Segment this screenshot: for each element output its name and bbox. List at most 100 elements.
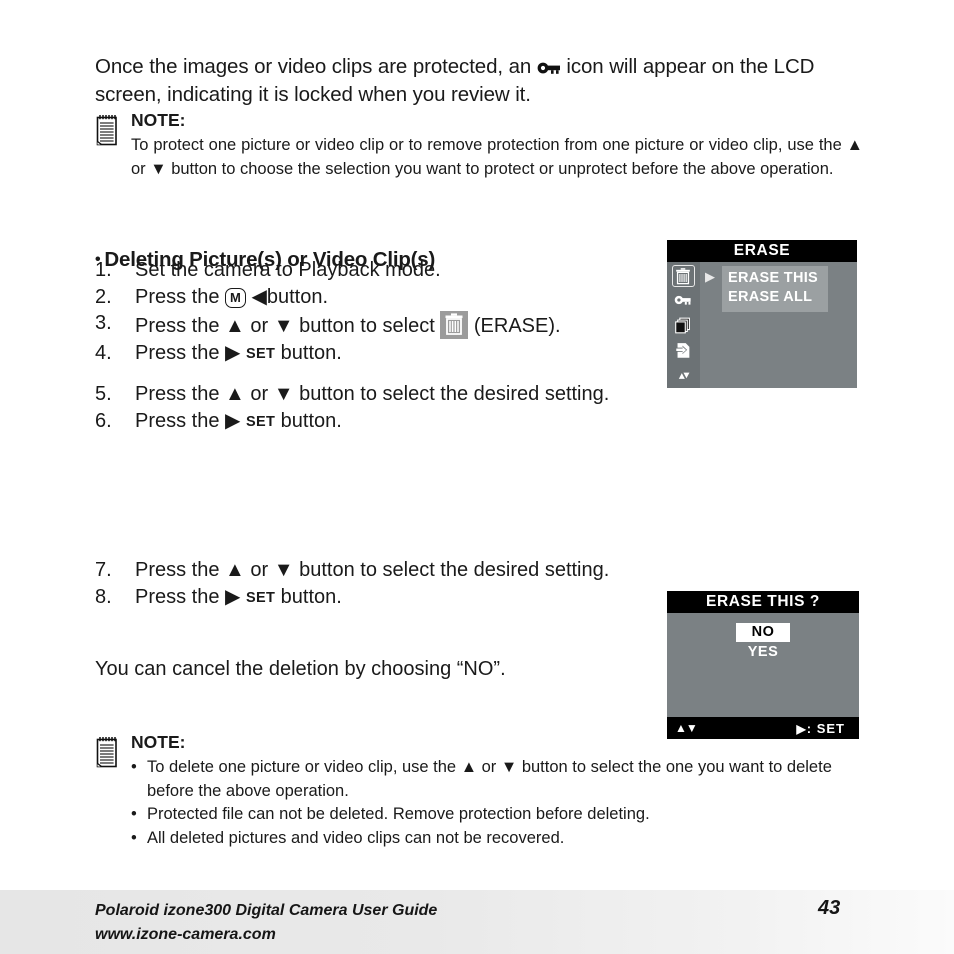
erase-option-this[interactable]: ERASE THIS <box>728 269 828 288</box>
step-text-tail: (ERASE). <box>468 315 561 337</box>
transfer-icon[interactable] <box>673 340 695 362</box>
note-body: NOTE: • To delete one picture or video cl… <box>131 732 867 850</box>
bullet-marker: • <box>131 828 137 847</box>
lcd-title: ERASE <box>667 240 857 262</box>
step-text-post: button to select the desired setting. <box>293 559 610 581</box>
note-body: NOTE: To protect one picture or video cl… <box>131 110 863 181</box>
step-text-post: button. <box>266 285 329 308</box>
step-8: 8. Press the ▶ SET button. <box>95 585 655 612</box>
step-text: Press the ▲ or ▼ button to select the de… <box>135 382 655 408</box>
erase-options-panel: ERASE THIS ERASE ALL <box>722 266 828 312</box>
confirm-options: NO YES <box>667 623 859 662</box>
cancel-note: You can cancel the deletion by choosing … <box>95 658 506 680</box>
steps-group-2: 5. Press the ▲ or ▼ button to select the… <box>95 382 655 436</box>
arrow-down-icon: ▼ <box>500 758 518 776</box>
updown-arrows-icon <box>673 365 695 387</box>
step-number: 5. <box>95 383 112 405</box>
step-number: 6. <box>95 409 112 432</box>
arrow-right-icon: ▶ <box>225 341 241 364</box>
step-number: 8. <box>95 585 112 608</box>
bullet-text-1: All deleted pictures and video clips can… <box>147 828 565 847</box>
lcd-erase-confirm: ERASE THIS ? NO YES ▲▼ : SET <box>667 591 859 739</box>
step-text-post: button. <box>275 585 342 608</box>
set-label: SET <box>246 345 276 362</box>
trash-icon <box>440 311 469 339</box>
step-3: 3. Press the ▲ or ▼ button to select (ER… <box>95 311 655 340</box>
footer-text: Polaroid izone300 Digital Camera User Gu… <box>95 899 437 947</box>
footer-title: Polaroid izone300 Digital Camera User Gu… <box>95 902 438 919</box>
step-number: 7. <box>95 559 112 581</box>
note-title: NOTE: <box>131 110 186 130</box>
step-number: 1. <box>95 259 112 281</box>
lcd-erase-menu: ERASE ▶ ERASE THIS ERASE ALL <box>667 240 857 388</box>
set-label: SET <box>246 413 276 430</box>
step-text: Set the camera to Playback mode. <box>135 259 441 281</box>
arrow-right-icon: ▶ <box>225 585 241 608</box>
steps-group-1: 1. Set the camera to Playback mode. 2. P… <box>95 258 655 368</box>
key-icon[interactable] <box>673 290 695 312</box>
step-text: Press the ▶ SET button. <box>135 409 655 436</box>
step-number: 3. <box>95 312 112 334</box>
note-bullet-item: • All deleted pictures and video clips ca… <box>131 827 867 851</box>
note-text-3: button to choose the selection you want … <box>166 159 834 178</box>
notepad-icon <box>95 114 119 148</box>
arrow-up-icon: ▲ <box>225 383 245 405</box>
step-text-mid: or <box>244 383 274 405</box>
step-text-post: button. <box>275 341 342 364</box>
note-protect: NOTE: To protect one picture or video cl… <box>95 110 863 181</box>
manual-page: Once the images or video clips are prote… <box>0 0 954 954</box>
bullet-marker: • <box>131 805 137 823</box>
step-text-mid: or <box>244 559 274 581</box>
step-4: 4. Press the ▶ SET button. <box>95 341 655 368</box>
step-text: Press the ▶ SET button. <box>135 585 655 612</box>
step-6: 6. Press the ▶ SET button. <box>95 409 655 436</box>
bullet-marker: • <box>131 758 137 776</box>
bullet-text-2: or <box>477 758 501 776</box>
step-text-pre: Press the <box>135 341 226 364</box>
arrow-up-icon: ▲ <box>225 315 245 337</box>
arrow-left-icon: ◀ <box>251 285 267 308</box>
note-text-2: or <box>131 159 151 178</box>
intro-paragraph: Once the images or video clips are prote… <box>95 53 863 109</box>
key-icon <box>537 55 561 74</box>
step-1: 1. Set the camera to Playback mode. <box>95 258 655 284</box>
arrow-down-icon: ▼ <box>273 383 294 405</box>
step-text-pre: Press the <box>135 409 226 432</box>
step-2: 2. Press the M ◀button. <box>95 285 655 311</box>
set-label: SET <box>246 589 276 606</box>
arrow-down-icon: ▼ <box>150 159 167 178</box>
step-text: Press the ▶ SET button. <box>135 341 655 368</box>
step-text-post: button to select the desired setting. <box>293 383 610 405</box>
lcd-title: ERASE THIS ? <box>667 591 859 613</box>
page-number: 43 <box>818 897 841 919</box>
arrow-down-icon: ▼ <box>273 559 294 581</box>
note-delete: NOTE: • To delete one picture or video cl… <box>95 732 867 850</box>
note-text: To protect one picture or video clip or … <box>131 134 863 181</box>
erase-option-all[interactable]: ERASE ALL <box>728 288 828 307</box>
step-text-pre: Press the <box>135 585 226 608</box>
step-5: 5. Press the ▲ or ▼ button to select the… <box>95 382 655 408</box>
option-no[interactable]: NO <box>735 623 791 642</box>
bullet-text-1: Protected file can not be deleted. Remov… <box>147 805 650 823</box>
step-number: 2. <box>95 285 112 308</box>
footer-url: www.izone-camera.com <box>95 926 276 943</box>
option-yes[interactable]: YES <box>667 643 859 662</box>
steps-group-3: 7. Press the ▲ or ▼ button to select the… <box>95 558 655 612</box>
step-text-pre: Press the <box>135 559 226 581</box>
step-text-post: button. <box>275 409 342 432</box>
step-text: Press the ▲ or ▼ button to select (ERASE… <box>135 311 655 340</box>
copy-icon[interactable] <box>673 315 695 337</box>
mode-button-icon: M <box>225 287 246 308</box>
lcd-body: ▶ ERASE THIS ERASE ALL <box>667 262 857 388</box>
note-bullet-item: • To delete one picture or video clip, us… <box>131 756 867 803</box>
arrow-up-icon: ▲ <box>225 559 245 581</box>
lcd-body: NO YES <box>667 613 859 717</box>
intro-text-before: Once the images or video clips are prote… <box>95 54 537 78</box>
note-bullet-list: • To delete one picture or video clip, us… <box>131 756 867 850</box>
step-text-mid: or <box>244 315 274 337</box>
arrow-down-icon: ▼ <box>273 315 294 337</box>
trash-icon[interactable] <box>672 265 695 287</box>
step-text-pre: Press the <box>135 285 226 308</box>
step-number: 4. <box>95 341 112 364</box>
arrow-up-icon: ▲ <box>846 136 863 154</box>
